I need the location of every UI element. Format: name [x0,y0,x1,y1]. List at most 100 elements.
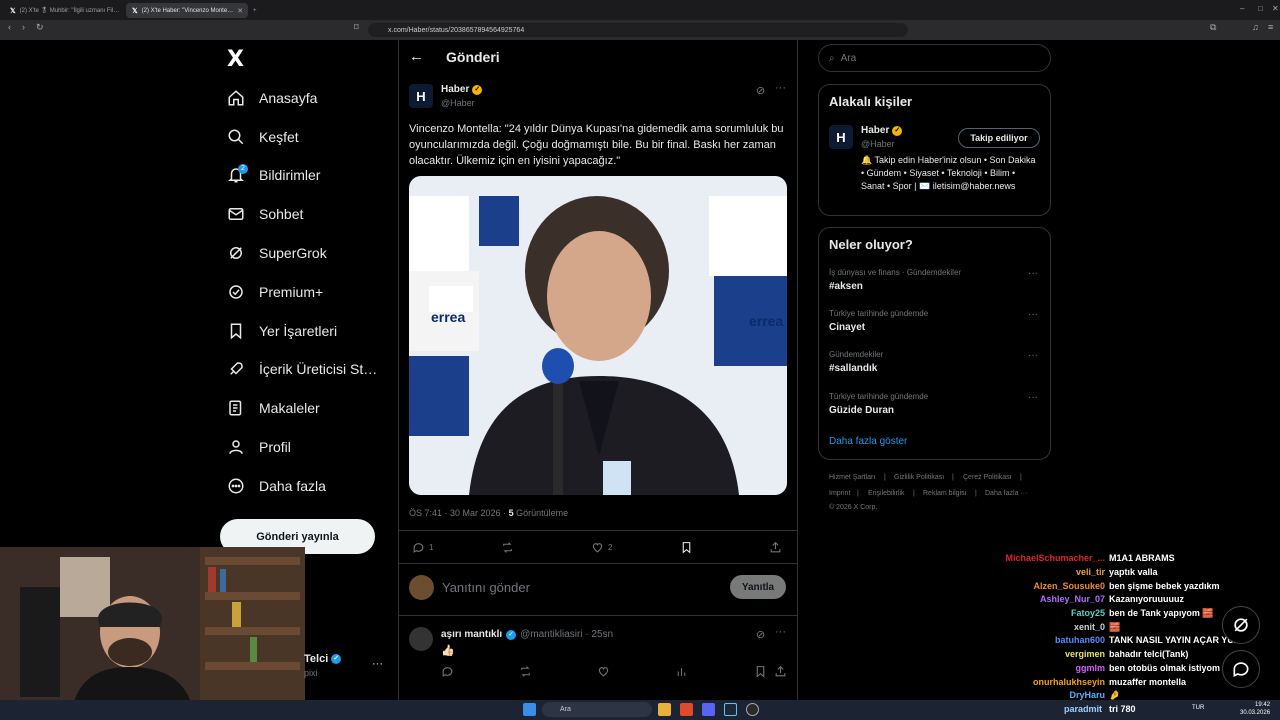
footer-link[interactable]: Erişilebilirlik [868,490,905,497]
x-logo[interactable]: X [227,47,244,72]
share-action[interactable] [769,541,782,554]
nav-explore[interactable]: Keşfet [227,123,299,151]
avatar[interactable] [409,627,433,651]
nav-articles[interactable]: Makaleler [227,394,320,422]
messages-button[interactable] [1222,650,1260,688]
trend-category: Türkiye tarihinde gündemde [829,392,929,401]
divider [399,530,797,531]
page-title: Gönderi [446,48,500,65]
reply-button[interactable]: Yanıtla [730,575,786,599]
x-favicon-icon: 𝕏 [10,7,16,15]
nav-supergrok[interactable]: SuperGrok [227,239,327,267]
grok-button[interactable] [1222,606,1260,644]
maximize-icon[interactable]: □ [1258,4,1263,13]
press-conference-image: errea errea [409,176,787,495]
tweet-author[interactable]: Haber ✓ [441,84,483,95]
heart-icon [598,667,609,677]
footer-link[interactable]: Reklam bilgisi [923,490,966,497]
obs-icon[interactable] [746,703,759,716]
discord-icon[interactable] [702,703,715,716]
chat-username: Fatoy25 [1070,608,1105,618]
related-handle[interactable]: @Haber [861,139,895,149]
more-icon[interactable]: ··· [372,658,383,670]
reply-input[interactable]: Yanıtını gönder [442,580,530,595]
share-icon [775,665,786,677]
menu-icon[interactable]: ≡ [1268,22,1273,32]
minimize-icon[interactable]: – [1240,4,1244,13]
footer-link[interactable]: Daha fazla ··· [985,490,1027,497]
footer-separator: | [975,490,977,497]
close-icon[interactable]: ✕ [237,7,243,15]
tweet-handle[interactable]: @Haber [441,98,475,108]
search-input[interactable]: ⌕ Ara [818,44,1051,72]
reply-action[interactable]: 1 [412,541,433,554]
footer-link[interactable]: Imprint [829,490,850,497]
profile-name[interactable]: Telci ✓ [304,653,342,665]
nav-label: İçerik Üreticisi St… [259,361,378,377]
more-icon[interactable]: ··· [775,626,786,638]
nav-label: Daha fazla [259,478,326,494]
bookmark-action[interactable] [754,665,767,678]
browser-tab-active[interactable]: 𝕏 (2) X'te Haber: "Vincenzo Monte… ✕ [126,3,248,18]
extensions-icon[interactable]: ⧉ [1210,22,1216,33]
back-icon[interactable]: ‹ [8,22,11,32]
grok-icon[interactable]: ⊘ [756,84,765,97]
bookmark-icon[interactable]: ⌑ [354,22,359,33]
forward-icon[interactable]: › [22,22,25,32]
views-action[interactable] [675,665,688,678]
reply-text: 👍🏻 [441,645,455,657]
copyright: © 2026 X Corp. [829,504,878,511]
more-icon[interactable]: ··· [1028,309,1038,320]
steam-icon[interactable] [724,703,737,716]
footer-link[interactable]: Gizlilik Politikası [894,474,944,481]
back-arrow-icon[interactable]: ← [409,48,424,65]
footer-link[interactable]: Hizmet Şartları [829,474,875,481]
taskbar-search[interactable]: Ara [542,702,652,717]
nav-more[interactable]: Daha fazla [227,472,326,500]
tweet-image[interactable]: errea errea [409,176,787,495]
file-explorer-icon[interactable] [658,703,671,716]
window-close-icon[interactable]: ✕ [1272,4,1279,13]
bookmark-action[interactable] [680,541,693,554]
retweet-action[interactable] [519,665,532,678]
like-action[interactable]: 2 [591,541,612,554]
nav-home[interactable]: Anasayfa [227,84,317,112]
avatar[interactable]: H [829,125,853,149]
browser-tab-bar: 𝕏 (2) X'te 🎖 Muhbir: "İlgili uzmanı Fil…… [0,0,1280,20]
trend-item[interactable]: Cinayet [829,322,865,333]
show-more-link[interactable]: Daha fazla göster [829,436,907,447]
footer-link[interactable]: Çerez Politikası [963,474,1012,481]
more-icon[interactable]: ··· [775,82,786,94]
reload-icon[interactable]: ↻ [36,22,44,33]
more-icon[interactable]: ··· [1028,392,1038,403]
trend-item[interactable]: #sallandık [829,363,877,374]
chat-message: 🧱 [1109,622,1121,632]
following-button[interactable]: Takip ediliyor [958,128,1040,148]
new-tab-button[interactable]: + [250,3,264,18]
reply-author[interactable]: aşırı mantıklı ✓ @mantikliasiri · 25sn [441,629,613,640]
windows-start-icon[interactable] [523,703,536,716]
avatar [409,575,434,600]
avatar[interactable]: H [409,84,433,108]
more-icon[interactable]: ··· [1028,268,1038,279]
nav-chat[interactable]: Sohbet [227,200,303,228]
retweet-action[interactable] [501,541,514,554]
music-icon[interactable]: ♫ [1252,22,1259,32]
share-action[interactable] [774,665,787,678]
reply-action[interactable] [441,665,454,678]
nav-creator-studio[interactable]: İçerik Üreticisi St… [227,355,377,383]
browser-tab[interactable]: 𝕏 (2) X'te 🎖 Muhbir: "İlgili uzmanı Fil… [4,3,122,18]
nav-bookmarks[interactable]: Yer İşaretleri [227,317,337,345]
brave-browser-icon[interactable] [680,703,693,716]
grok-icon[interactable]: ⊘ [756,628,765,641]
nav-profile[interactable]: Profil [227,433,291,461]
nav-premium[interactable]: Premium+ [227,278,323,306]
related-name[interactable]: Haber ✓ [861,125,903,136]
trend-item[interactable]: #aksen [829,281,863,292]
url-field[interactable]: x.com/Haber/status/2038657894564925764 [368,23,908,37]
trend-item[interactable]: Güzide Duran [829,405,894,416]
language-indicator[interactable]: TUR [1192,705,1204,711]
more-icon[interactable]: ··· [1028,350,1038,361]
clock[interactable]: 19:42 30.03.2026 [1240,701,1270,717]
like-action[interactable] [597,665,610,678]
